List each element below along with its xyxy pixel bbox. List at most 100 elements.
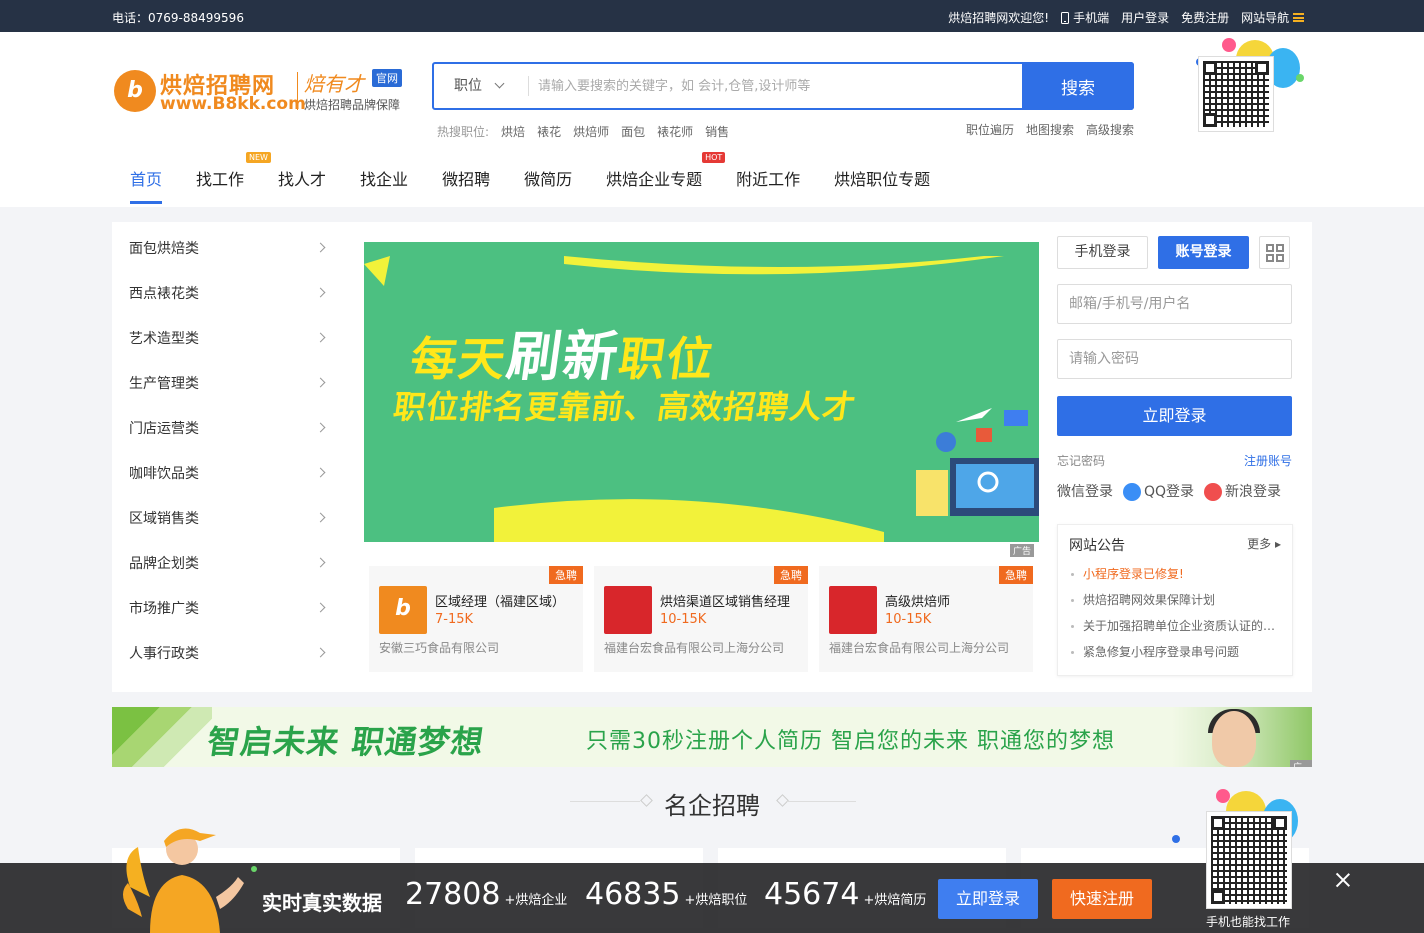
hot-item[interactable]: 面包 [621, 123, 645, 140]
tab-account-login[interactable]: 账号登录 [1158, 236, 1249, 269]
logo-brand: 焙有才 [304, 72, 364, 96]
job-card[interactable]: 急聘 b 区域经理（福建区域） 7-15K 安徽三巧食品有限公司 [369, 566, 583, 672]
advanced-search-links: 职位遍历 地图搜索 高级搜索 [966, 121, 1134, 138]
search-type-select[interactable]: 职位 [434, 64, 530, 108]
welcome-text: 烘焙招聘网欢迎您! [948, 11, 1050, 25]
category-label: 艺术造型类 [129, 331, 199, 347]
banner-headline-a: 每天 [407, 332, 511, 386]
notice-panel: 网站公告 更多 ▸ 小程序登录已修复! 烘焙招聘网效果保障计划 关于加强招聘单位… [1057, 524, 1293, 676]
register-link[interactable]: 注册账号 [1244, 452, 1292, 469]
hot-item[interactable]: 销售 [705, 123, 729, 140]
site-logo[interactable]: b 烘焙招聘网 www.B8kk.com 焙有才 官网 烘焙招聘品牌保障 [114, 68, 414, 116]
search-button[interactable]: 搜索 [1022, 62, 1134, 110]
job-browse-link[interactable]: 职位遍历 [966, 121, 1014, 138]
logo-divider [297, 72, 298, 110]
qq-login[interactable]: QQ登录 [1123, 481, 1194, 501]
hot-item[interactable]: 烘焙 [501, 123, 525, 140]
nav-micro-recruit[interactable]: 微招聘 [442, 166, 490, 204]
ad-label: 广告 [1010, 544, 1035, 557]
map-search-link[interactable]: 地图搜索 [1026, 121, 1074, 138]
chevron-right-icon [315, 602, 326, 613]
notice-title: 网站公告 [1069, 538, 1125, 554]
ad-label: 广告 [1290, 760, 1312, 767]
notice-item[interactable]: 紧急修复小程序登录串号问题 [1069, 639, 1284, 665]
promo-banner[interactable]: 每天刷新职位 职位排名更靠前、高效招聘人才 [364, 242, 1039, 542]
nav-job-topic[interactable]: 烘焙职位专题 [834, 166, 930, 204]
search-input[interactable] [538, 64, 1018, 108]
category-item[interactable]: 门店运营类 [112, 408, 344, 453]
notice-more-link[interactable]: 更多 ▸ [1247, 535, 1281, 551]
job-card[interactable]: 急聘 高级烘焙师 10-15K 福建台宏食品有限公司上海分公司 [819, 566, 1033, 672]
category-label: 咖啡饮品类 [129, 466, 199, 482]
nav-find-company[interactable]: 找企业 [360, 166, 408, 204]
qr-login-icon[interactable] [1259, 236, 1290, 269]
category-item[interactable]: 艺术造型类 [112, 318, 344, 363]
hot-item[interactable]: 烘焙师 [573, 123, 609, 140]
register-banner[interactable]: 智启未来 职通梦想 只需30秒注册个人简历 智启您的未来 职通您的梦想 广告 [112, 707, 1312, 767]
category-item[interactable]: 人事行政类 [112, 633, 344, 678]
job-card[interactable]: 急聘 烘焙渠道区域销售经理 10-15K 福建台宏食品有限公司上海分公司 [594, 566, 808, 672]
stat-resumes: 45674 +烘焙简历 [764, 877, 926, 912]
hot-item[interactable]: 裱花 [537, 123, 561, 140]
title-line [786, 801, 856, 802]
social-login: 微信登录 QQ登录 新浪登录 [1057, 481, 1292, 501]
username-field[interactable]: 邮箱/手机号/用户名 [1057, 284, 1292, 324]
category-item[interactable]: 生产管理类 [112, 363, 344, 408]
decor-blob [1222, 38, 1236, 52]
chevron-right-icon [315, 287, 326, 298]
category-label: 生产管理类 [129, 376, 199, 392]
nav-home[interactable]: 首页 [130, 166, 163, 204]
notice-item[interactable]: 关于加强招聘单位企业资质认证的通知 [1069, 613, 1284, 639]
category-item[interactable]: 咖啡饮品类 [112, 453, 344, 498]
notice-item[interactable]: 烘焙招聘网效果保障计划 [1069, 587, 1284, 613]
category-item[interactable]: 市场推广类 [112, 588, 344, 633]
category-item[interactable]: 品牌企划类 [112, 543, 344, 588]
title-line [570, 801, 640, 802]
urgent-badge: 急聘 [999, 566, 1033, 584]
category-item[interactable]: 西点裱花类 [112, 273, 344, 318]
chevron-right-icon [315, 467, 326, 478]
nav-micro-resume[interactable]: 微简历 [524, 166, 572, 204]
chevron-right-icon [315, 647, 326, 658]
close-icon[interactable] [1334, 871, 1352, 889]
job-company: 安徽三巧食品有限公司 [379, 641, 500, 655]
job-salary: 7-15K [435, 612, 474, 627]
decor-blob [1172, 835, 1180, 843]
nav-find-talent[interactable]: 找人才 [278, 166, 326, 204]
login-button[interactable]: 立即登录 [1057, 396, 1292, 436]
title-diamond [640, 794, 653, 807]
password-field[interactable]: 请输入密码 [1057, 339, 1292, 379]
notice-item[interactable]: 小程序登录已修复! [1069, 561, 1284, 587]
banner-decor [112, 707, 212, 767]
chevron-right-icon [315, 422, 326, 433]
category-label: 面包烘焙类 [129, 241, 199, 257]
chevron-right-icon [315, 512, 326, 523]
float-login-button[interactable]: 立即登录 [938, 879, 1038, 919]
free-register-link[interactable]: 免费注册 [1181, 9, 1229, 26]
stat-number: 27808 [405, 877, 501, 912]
stat-number: 45674 [764, 877, 860, 912]
menu-icon [1293, 13, 1304, 22]
float-register-button[interactable]: 快速注册 [1052, 879, 1152, 919]
site-nav-label: 网站导航 [1241, 11, 1290, 25]
main-panel: 面包烘焙类 西点裱花类 艺术造型类 生产管理类 门店运营类 咖啡饮品类 区域销售… [112, 222, 1312, 692]
advanced-search-link[interactable]: 高级搜索 [1086, 121, 1134, 138]
nav-nearby-jobs[interactable]: 附近工作 [736, 166, 800, 204]
category-label: 人事行政类 [129, 646, 199, 662]
notice-header: 网站公告 更多 ▸ [1058, 525, 1292, 561]
wechat-login[interactable]: 微信登录 [1057, 481, 1113, 501]
nav-find-job[interactable]: 找工作 NEW [196, 152, 271, 204]
nav-company-topic[interactable]: 烘焙企业专题 HOT [606, 152, 726, 204]
urgent-badge: 急聘 [549, 566, 583, 584]
hot-item[interactable]: 裱花师 [657, 123, 693, 140]
user-login-link[interactable]: 用户登录 [1121, 9, 1169, 26]
category-label: 市场推广类 [129, 601, 199, 617]
tab-phone-login[interactable]: 手机登录 [1057, 236, 1148, 269]
category-item[interactable]: 面包烘焙类 [112, 228, 344, 273]
site-nav-link[interactable]: 网站导航 [1241, 9, 1304, 26]
stat-unit: +烘焙职位 [684, 893, 748, 908]
category-item[interactable]: 区域销售类 [112, 498, 344, 543]
weibo-login[interactable]: 新浪登录 [1204, 481, 1281, 501]
forgot-password-link[interactable]: 忘记密码 [1057, 452, 1105, 469]
mobile-link[interactable]: 手机端 [1061, 9, 1109, 26]
